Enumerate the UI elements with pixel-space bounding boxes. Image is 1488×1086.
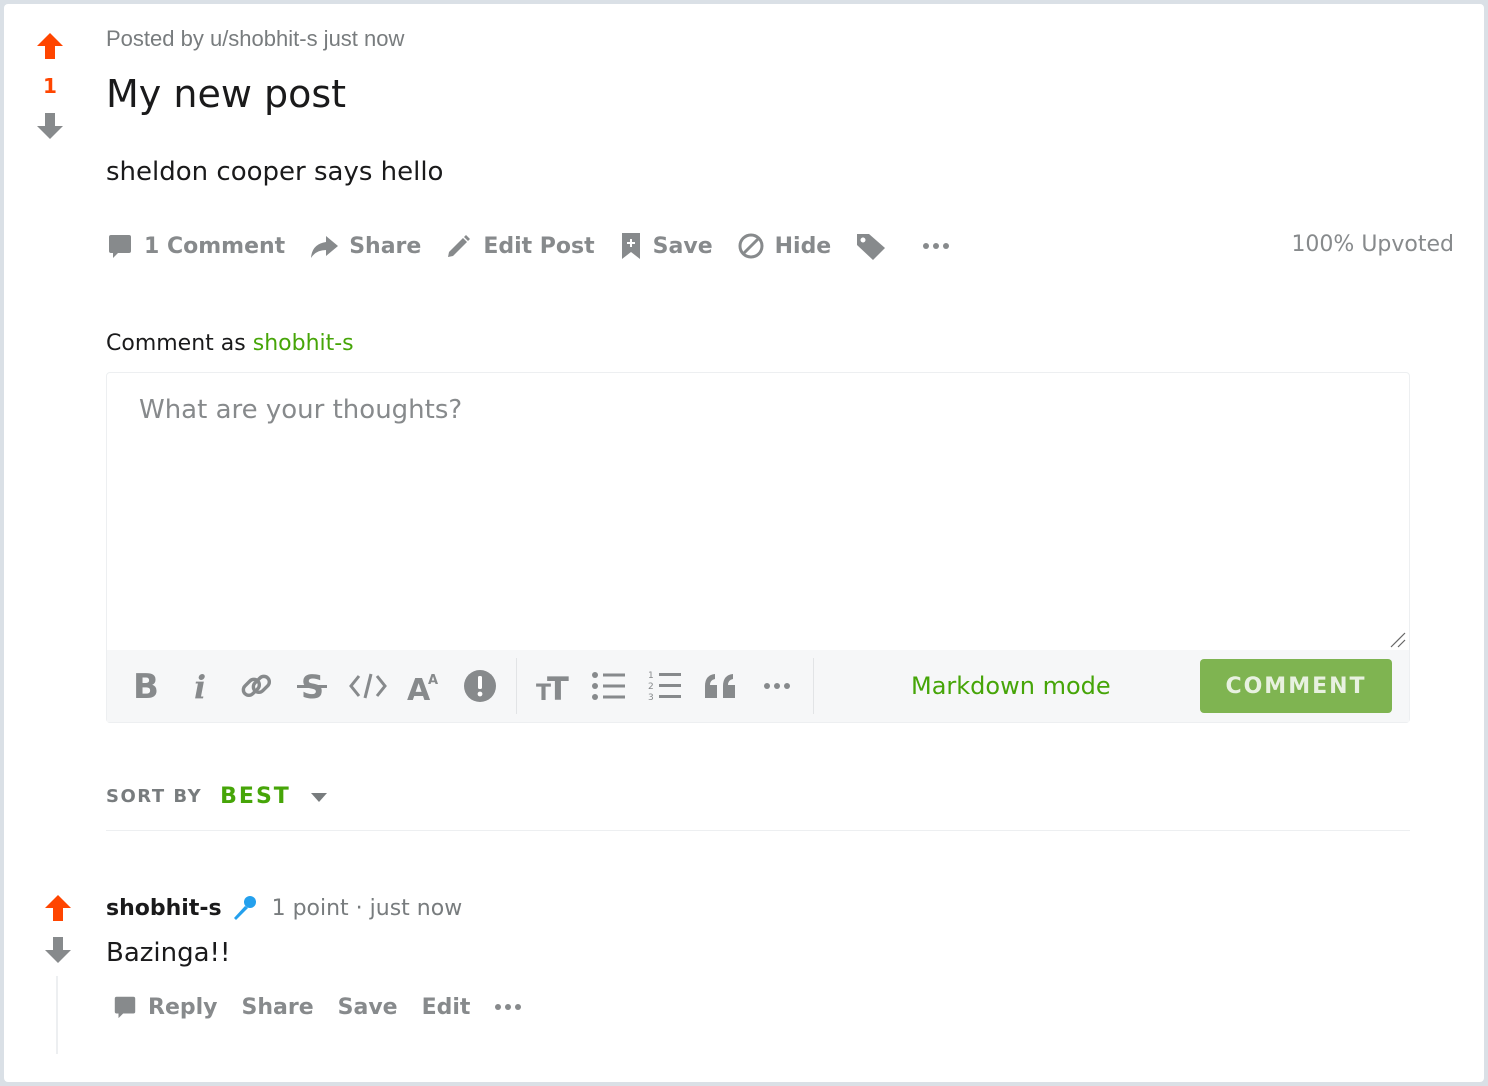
bold-icon: B (133, 670, 158, 702)
edit-post-label: Edit Post (483, 233, 595, 259)
more-dots-icon (495, 1004, 522, 1010)
comment-meta: 1 point · just now (271, 895, 463, 921)
svg-text:B: B (133, 670, 158, 702)
comment-as-label: Comment as shobhit-s (106, 331, 354, 356)
comment-editor: B i S (106, 372, 1410, 723)
post-score: 1 (43, 74, 57, 98)
svg-text:i: i (194, 670, 206, 702)
sort-dropdown[interactable]: SORT BY BEST (106, 784, 329, 809)
caret-down-icon (310, 792, 327, 802)
italic-icon: i (194, 670, 206, 702)
upvote-arrow-icon[interactable] (44, 894, 72, 922)
heading-icon: T T (536, 670, 569, 702)
tag-button[interactable] (855, 231, 897, 261)
comments-button[interactable]: 1 Comment (106, 232, 285, 260)
superscript-icon: A A (407, 673, 438, 703)
comment-bubble-icon (109, 235, 131, 258)
comment-header: shobhit-s 1 point · just now (106, 894, 462, 922)
bold-button[interactable]: B (116, 658, 172, 714)
strikethrough-button[interactable]: S (284, 658, 340, 714)
comment-save-button[interactable]: Save (338, 995, 398, 1020)
svg-text:1: 1 (648, 671, 654, 681)
save-button[interactable]: Save (619, 231, 713, 261)
comment-as-prefix: Comment as (106, 331, 246, 356)
svg-text:A: A (428, 673, 438, 688)
strikethrough-icon: S (297, 669, 327, 703)
reply-button[interactable]: Reply (112, 994, 218, 1020)
comment-more-button[interactable] (494, 1003, 532, 1011)
quote-icon (705, 674, 735, 698)
comment-as-username[interactable]: shobhit-s (253, 331, 354, 356)
resize-grip-icon[interactable] (1389, 631, 1407, 649)
comment-bubble-icon (114, 996, 136, 1019)
hide-button[interactable]: Hide (737, 232, 832, 260)
post-actions-bar: 1 Comment Share Edit Post Save Hide (106, 226, 985, 266)
post-meta: Posted by u/shobhit-s just now (106, 26, 405, 51)
code-icon (349, 673, 387, 699)
inline-code-button[interactable] (340, 658, 396, 714)
numbered-list-icon: 1 2 3 (648, 671, 681, 703)
spoiler-button[interactable] (452, 658, 508, 714)
post-vote-column: 1 (32, 32, 68, 140)
downvote-arrow-icon[interactable] (44, 936, 72, 964)
comment-share-button[interactable]: Share (242, 995, 314, 1020)
numbered-list-button[interactable]: 1 2 3 (637, 658, 693, 714)
comment-edit-button[interactable]: Edit (422, 995, 471, 1020)
tag-icon (857, 234, 886, 260)
edit-post-button[interactable]: Edit Post (445, 232, 595, 260)
share-arrow-icon (311, 236, 339, 258)
link-icon (241, 674, 272, 698)
hide-label: Hide (774, 233, 832, 259)
upvote-arrow-icon[interactable] (36, 32, 64, 60)
bulleted-list-icon (592, 672, 625, 700)
reply-label: Reply (148, 994, 218, 1020)
comment-author[interactable]: shobhit-s (106, 896, 222, 921)
more-dots-icon (923, 243, 950, 249)
post-title: My new post (106, 72, 347, 116)
microphone-icon (233, 896, 256, 920)
share-label: Share (349, 233, 422, 259)
pencil-icon (448, 235, 471, 257)
svg-text:2: 2 (648, 682, 654, 692)
section-divider (106, 830, 1410, 831)
svg-text:T: T (547, 670, 569, 702)
bulleted-list-button[interactable] (581, 658, 637, 714)
more-dots-icon (764, 683, 790, 689)
italic-button[interactable]: i (172, 658, 228, 714)
svg-text:3: 3 (648, 693, 654, 703)
more-options-button[interactable] (921, 241, 961, 251)
upvoted-percentage: 100% Upvoted (1291, 232, 1454, 257)
share-button[interactable]: Share (309, 232, 421, 260)
markdown-mode-toggle[interactable]: Markdown mode (911, 672, 1111, 700)
sort-value: BEST (220, 784, 291, 809)
downvote-arrow-icon[interactable] (36, 112, 64, 140)
link-button[interactable] (228, 658, 284, 714)
toolbar-divider (516, 658, 517, 714)
quote-block-button[interactable] (693, 658, 749, 714)
post-body: sheldon cooper says hello (106, 157, 444, 187)
toolbar-divider (813, 658, 814, 714)
post-card: 1 Posted by u/shobhit-s just now My new … (4, 4, 1484, 1082)
save-label: Save (652, 233, 713, 259)
comment-vote-column (42, 894, 74, 978)
formatting-toolbar: B i S A A T T 1 2 3 Markdown mode COMMEN… (107, 650, 1409, 722)
comment-body: Bazinga!! (106, 938, 231, 968)
comment-thread-line[interactable] (56, 976, 58, 1054)
superscript-button[interactable]: A A (396, 658, 452, 714)
more-formatting-button[interactable] (749, 658, 805, 714)
comment-submit-button[interactable]: COMMENT (1200, 659, 1392, 713)
heading-button[interactable]: T T (525, 658, 581, 714)
bookmark-plus-icon (621, 233, 640, 259)
comments-label: 1 Comment (144, 233, 286, 259)
hide-circle-slash-icon (738, 233, 764, 259)
exclamation-circle-icon (464, 670, 496, 702)
comment-textarea[interactable] (107, 373, 1409, 651)
sort-label: SORT BY (106, 786, 203, 807)
comment-actions-bar: Reply Share Save Edit (112, 994, 556, 1020)
